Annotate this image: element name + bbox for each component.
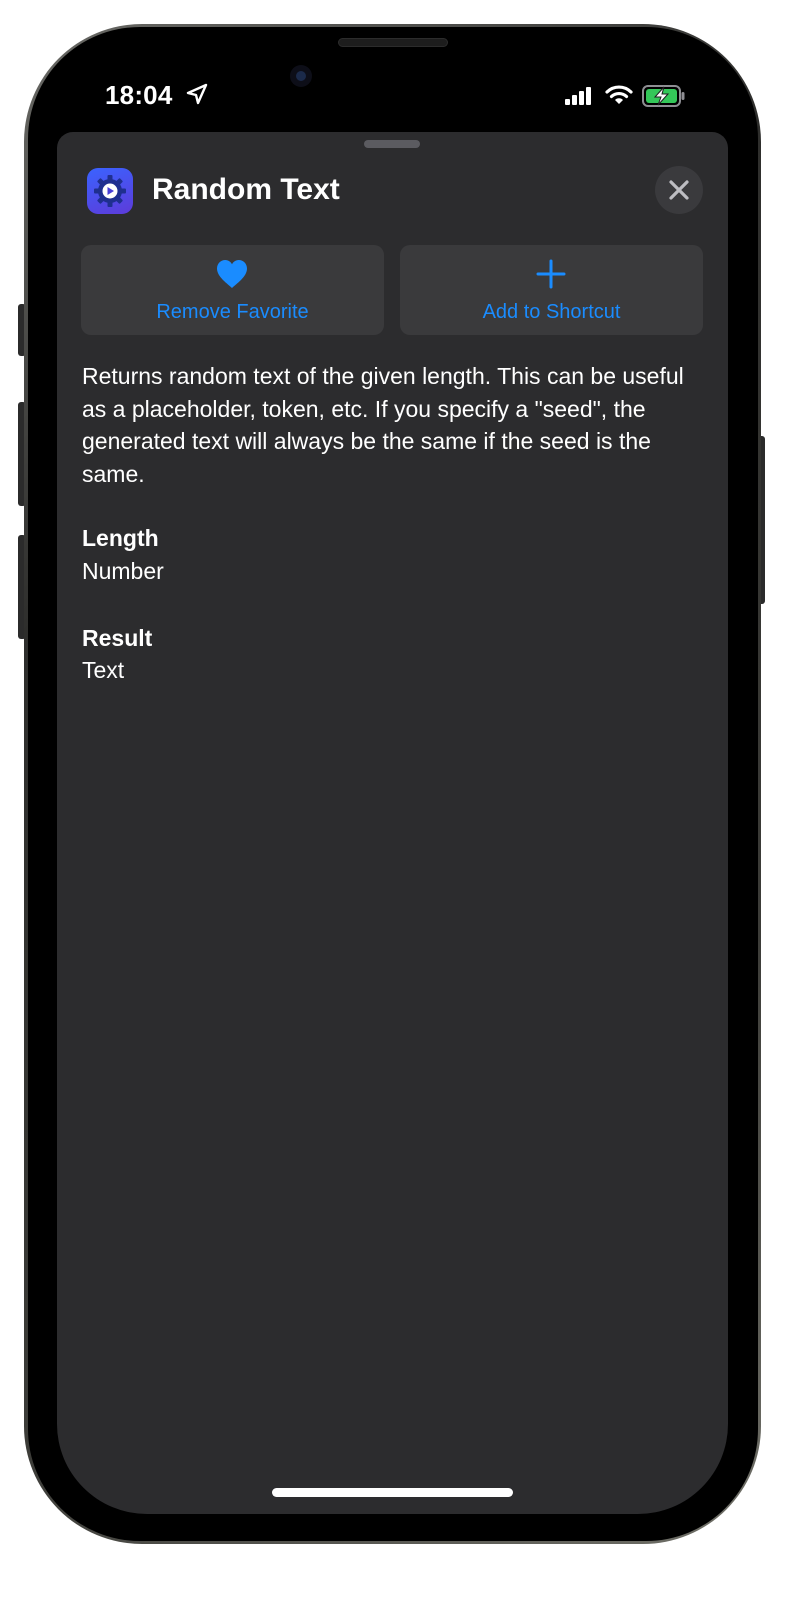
remove-favorite-button[interactable]: Remove Favorite [81,245,384,335]
sheet-title: Random Text [152,173,340,206]
remove-favorite-label: Remove Favorite [156,301,309,323]
param-label-result: Result [82,625,153,651]
plus-icon [536,259,566,289]
sheet-grabber[interactable] [364,140,420,148]
front-camera [290,65,312,87]
param-value-result: Text [82,657,125,683]
add-to-shortcut-button[interactable]: Add to Shortcut [400,245,703,335]
action-description: Returns random text of the given length.… [82,363,684,487]
gear-play-icon [87,168,133,214]
phone-screen: 18:04 Random Text Remove Favorite Add to… [57,57,728,1514]
add-to-shortcut-label: Add to Shortcut [482,301,621,323]
action-detail-sheet: Random Text Remove Favorite Add to Short… [57,132,728,1514]
heart-icon [217,260,247,288]
close-icon [669,180,689,200]
status-time: 18:04 [105,80,173,110]
wifi-icon [605,84,633,111]
home-indicator[interactable] [272,1488,513,1497]
earpiece-speaker [338,38,448,47]
location-arrow-icon [185,82,209,111]
battery-charging-icon [642,85,686,112]
close-button[interactable] [655,166,703,214]
param-value-length: Number [82,558,164,584]
cellular-signal-icon [565,87,593,110]
param-label-length: Length [82,525,159,551]
